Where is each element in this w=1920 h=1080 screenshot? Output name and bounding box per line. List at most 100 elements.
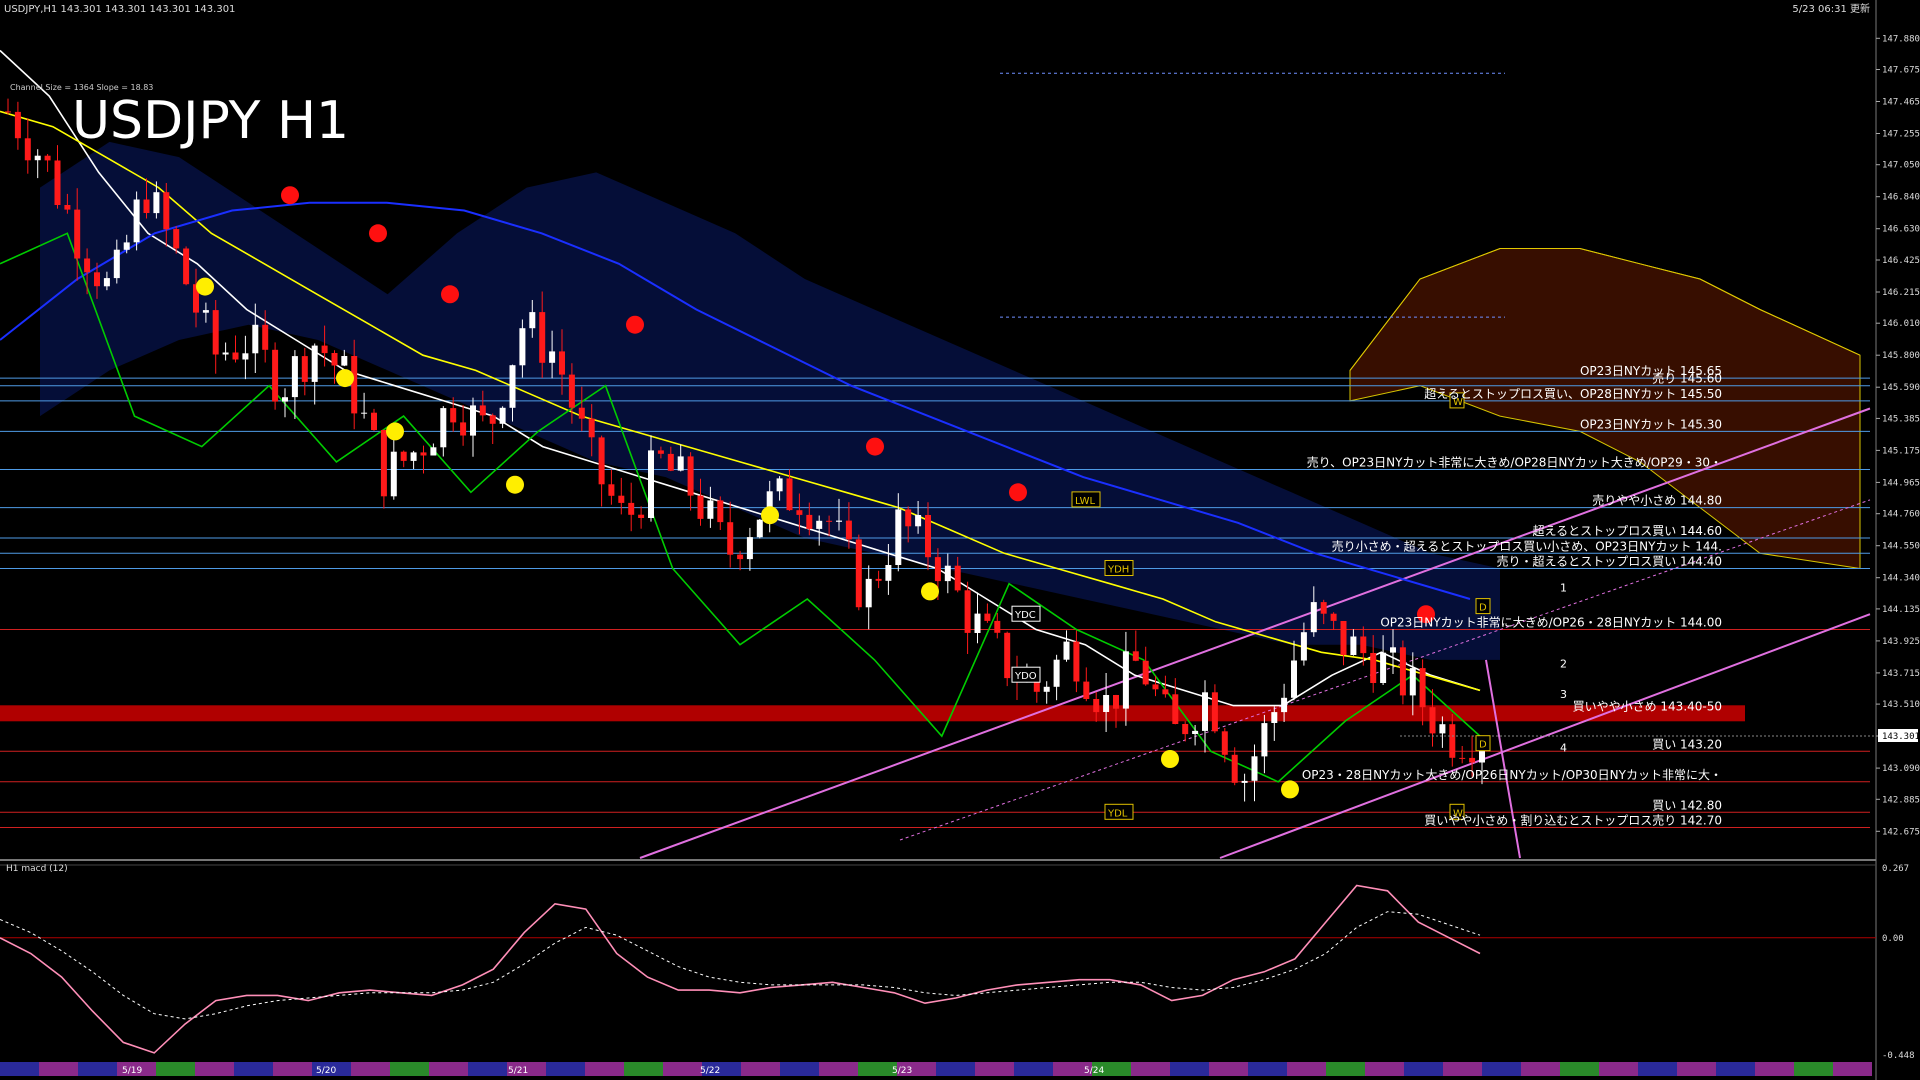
time-segment — [1833, 1062, 1872, 1076]
candle-body — [717, 500, 724, 523]
time-segment — [1794, 1062, 1833, 1076]
level-tag: LWL — [1075, 496, 1096, 507]
candle-body — [143, 199, 150, 213]
price-tick-label: 146.840 — [1882, 193, 1920, 203]
candle-body — [776, 478, 783, 492]
macd-title: H1 macd (12) — [6, 864, 68, 874]
price-tick-label: 145.385 — [1882, 414, 1920, 424]
candle-body — [262, 324, 269, 350]
candle-body — [153, 192, 160, 214]
buy-signal-marker — [921, 582, 939, 601]
candle-body — [1004, 632, 1011, 679]
sell-signal-marker — [1009, 483, 1027, 502]
candle-body — [212, 310, 219, 355]
candle-body — [1103, 695, 1110, 712]
price-tick-label: 143.925 — [1882, 637, 1920, 647]
candle-body — [885, 565, 892, 581]
level-tag: D — [1479, 740, 1487, 751]
buy-signal-marker — [196, 277, 214, 296]
candle-body — [529, 312, 536, 329]
candle-body — [232, 352, 239, 360]
candle-body — [34, 155, 41, 161]
price-tick-label: 142.675 — [1882, 827, 1920, 837]
candle-body — [44, 155, 51, 161]
candle-body — [1053, 659, 1060, 687]
price-tick-label: 142.885 — [1882, 795, 1920, 805]
date-label: 5/19 — [122, 1066, 142, 1076]
buy-signal-marker — [506, 475, 524, 494]
candle-body — [925, 515, 931, 558]
price-tick-label: 145.800 — [1882, 351, 1920, 361]
level-tag: YDH — [1107, 565, 1129, 576]
price-tick-label: 144.550 — [1882, 542, 1920, 552]
candle-body — [222, 352, 229, 355]
candle-body — [559, 351, 565, 375]
candle-body — [1439, 724, 1446, 734]
date-label: 5/24 — [1084, 1066, 1104, 1076]
time-segment — [390, 1062, 429, 1076]
time-segment — [1755, 1062, 1794, 1076]
candle-body — [509, 365, 516, 408]
time-segment — [1131, 1062, 1170, 1076]
time-segment — [1599, 1062, 1638, 1076]
candle-body — [1122, 651, 1129, 709]
candle-body — [1291, 660, 1297, 698]
price-tick-label: 144.965 — [1882, 478, 1920, 488]
candle-body — [321, 345, 328, 354]
time-segment — [195, 1062, 234, 1076]
price-tick-label: 144.340 — [1882, 574, 1920, 584]
candle-body — [430, 447, 437, 456]
candle-body — [361, 412, 368, 414]
time-segment — [624, 1062, 663, 1076]
time-segment — [429, 1062, 468, 1076]
time-segment — [1248, 1062, 1287, 1076]
time-segment — [546, 1062, 585, 1076]
candle-body — [371, 412, 377, 430]
time-segment — [1170, 1062, 1209, 1076]
candle-body — [64, 205, 71, 210]
price-tick-label: 146.010 — [1882, 319, 1920, 329]
candle-body — [133, 199, 140, 243]
usdjpy-h1-chart: LWLYDHYDCYDOYDL WDDW1234 OP23日NYカット 145.6… — [0, 0, 1920, 1080]
sell-signal-marker — [281, 186, 299, 205]
candle-body — [697, 495, 704, 519]
candle-body — [103, 278, 110, 287]
candle-body — [24, 138, 31, 161]
level-label: 買い 143.20 — [1652, 737, 1722, 751]
candle-body — [1142, 660, 1149, 685]
level-label: 売りやや小さめ 144.80 — [1592, 493, 1722, 508]
candle-body — [944, 565, 951, 582]
macd-tick-label: 0.267 — [1882, 864, 1909, 874]
time-segment — [156, 1062, 195, 1076]
level-label: 売り小さめ・超えるとストップロス買い小さめ、OP23日NYカット 144. — [1332, 538, 1722, 553]
candle-body — [796, 510, 803, 515]
sell-signal-marker — [369, 224, 387, 243]
buy-signal-marker — [1161, 750, 1179, 768]
candle-body — [1340, 621, 1347, 655]
price-tick-label: 143.510 — [1882, 700, 1920, 710]
candle-body — [450, 408, 457, 423]
time-segment — [468, 1062, 507, 1076]
time-segment — [780, 1062, 819, 1076]
candle-body — [1093, 699, 1100, 713]
price-tick-label: 147.255 — [1882, 130, 1920, 140]
candle-body — [390, 451, 397, 497]
candle-body — [272, 349, 279, 402]
time-segment — [273, 1062, 312, 1076]
candle-body — [1459, 757, 1466, 759]
candle-body — [14, 111, 21, 139]
date-label: 5/22 — [700, 1066, 720, 1076]
time-segment — [234, 1062, 273, 1076]
candle-body — [588, 418, 595, 438]
candle-body — [1271, 712, 1278, 723]
sell-signal-marker — [626, 315, 644, 334]
candle-body — [1202, 692, 1208, 731]
time-segment — [1716, 1062, 1755, 1076]
candle-body — [638, 514, 645, 518]
candle-body — [242, 353, 249, 360]
candle-body — [113, 249, 120, 279]
candle-body — [173, 229, 180, 249]
candle-body — [282, 397, 288, 402]
price-tick-label: 146.215 — [1882, 288, 1920, 298]
candle-body — [806, 514, 813, 529]
